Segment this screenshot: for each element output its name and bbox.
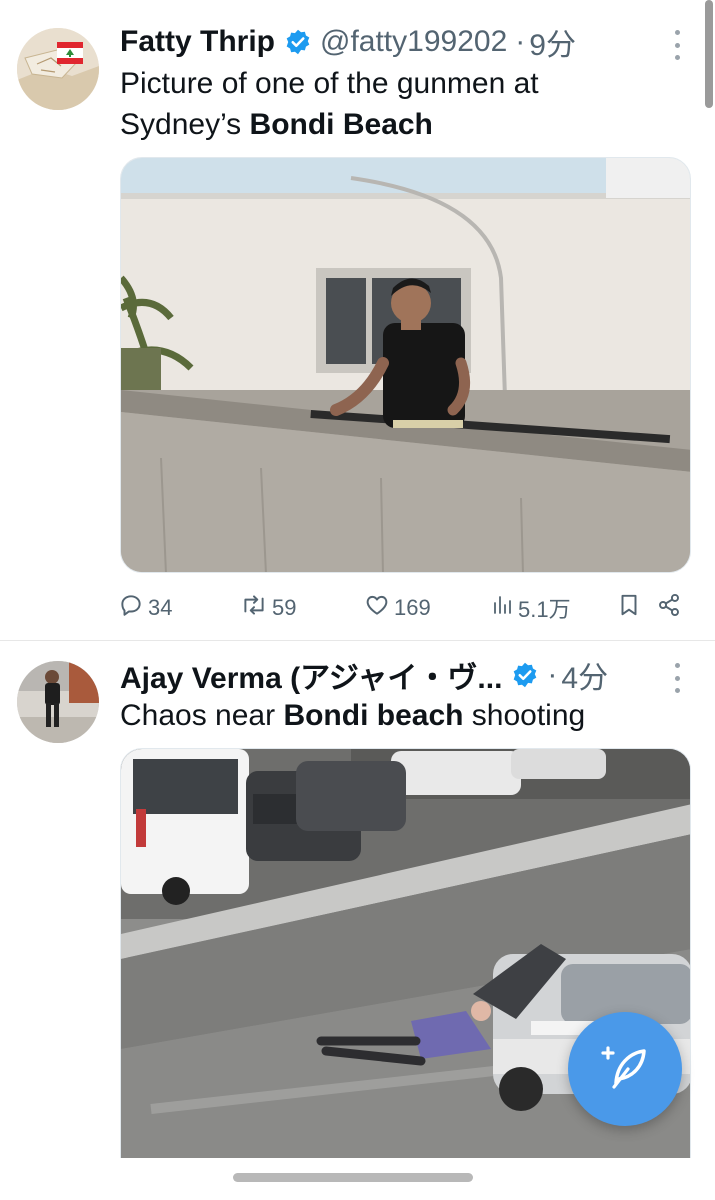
share-button[interactable]	[656, 588, 686, 628]
reply-count: 34	[148, 595, 173, 620]
bookmark-button[interactable]	[616, 588, 646, 628]
display-name[interactable]: Fatty Thrip	[120, 25, 275, 59]
tweet-actions: 34 59 169 5.1万	[118, 588, 690, 628]
tweet-text: Chaos near Bondi beach shooting	[120, 695, 685, 736]
display-name[interactable]: Ajay Verma (アジャイ・ヴ...	[120, 653, 502, 697]
verified-badge-icon	[511, 661, 539, 689]
bookmark-icon	[616, 592, 646, 624]
views-button[interactable]: 5.1万	[490, 588, 571, 628]
verified-badge-icon	[284, 28, 312, 56]
tweet-text-bold: Bondi beach	[283, 699, 464, 732]
user-handle[interactable]: @fatty199202	[320, 25, 507, 59]
more-vertical-icon[interactable]	[667, 663, 687, 693]
reply-icon	[118, 592, 148, 624]
tweet-text-segment: Chaos near	[120, 699, 284, 732]
avatar[interactable]	[17, 28, 99, 110]
view-count: 5.1万	[518, 597, 571, 622]
home-indicator[interactable]	[233, 1173, 473, 1182]
timeline-screen: Fatty Thrip @fatty199202 · 9分 Picture of…	[0, 0, 715, 1200]
tweet-header: Ajay Verma (アジャイ・ヴ... · 4分	[120, 653, 695, 697]
like-button[interactable]: 169	[364, 588, 431, 628]
timestamp[interactable]: 9分	[529, 20, 576, 64]
avatar[interactable]	[17, 661, 99, 743]
compose-post-icon	[597, 1039, 653, 1100]
repost-icon	[240, 592, 272, 624]
separator-dot: ·	[547, 658, 558, 691]
like-count: 169	[394, 595, 431, 620]
separator-dot: ·	[515, 25, 526, 58]
repost-count: 59	[272, 595, 297, 620]
compose-button[interactable]	[568, 1012, 682, 1126]
tweet-text-segment: Sydney’s	[120, 108, 250, 141]
heart-icon	[364, 592, 394, 624]
timestamp[interactable]: 4分	[561, 653, 608, 697]
tweet-header: Fatty Thrip @fatty199202 · 9分	[120, 20, 695, 64]
more-vertical-icon[interactable]	[667, 30, 687, 60]
repost-button[interactable]: 59	[240, 588, 296, 628]
tweet-text-line: Picture of one of the gunmen at	[120, 67, 539, 100]
tweet-text-segment: shooting	[463, 699, 586, 732]
share-icon	[656, 592, 686, 624]
tweet-text-bold: Bondi Beach	[249, 108, 433, 141]
tweet-text: Picture of one of the gunmen at Sydney’s…	[120, 63, 685, 145]
views-icon	[490, 592, 518, 624]
reply-button[interactable]: 34	[118, 588, 172, 628]
tweet[interactable]: Fatty Thrip @fatty199202 · 9分 Picture of…	[0, 0, 715, 640]
tweet-photo[interactable]	[120, 157, 691, 573]
